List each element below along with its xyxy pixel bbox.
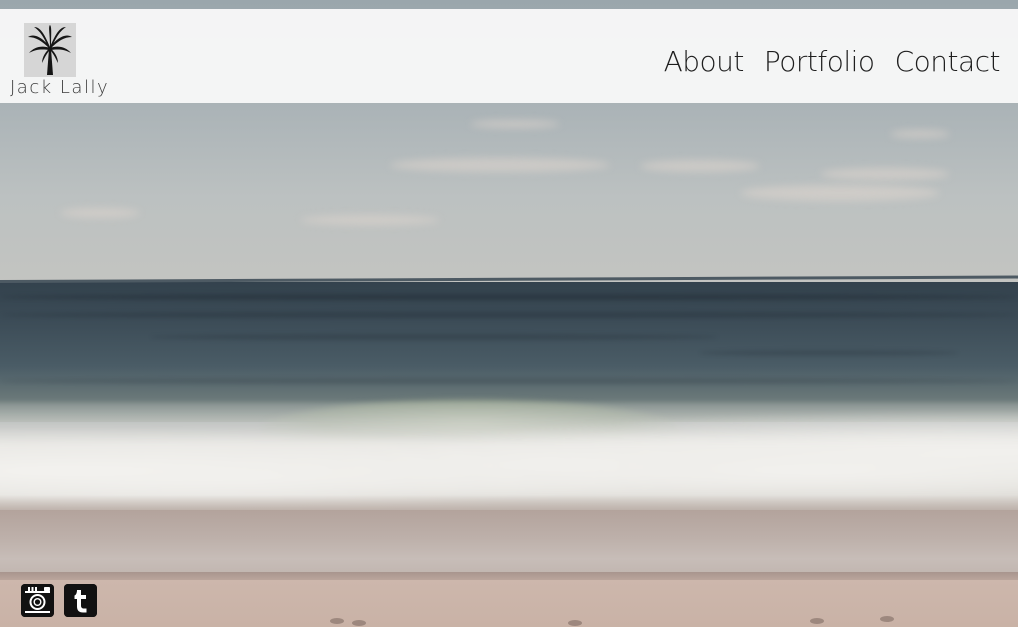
tumblr-link[interactable]: [64, 584, 97, 617]
main-nav: About Portfolio Contact: [664, 45, 1001, 78]
dry-sand: [0, 580, 1018, 627]
nav-link-contact[interactable]: Contact: [895, 45, 1001, 78]
wet-sand: [0, 510, 1018, 580]
logo-text: Jack Lally: [10, 77, 110, 98]
nav-link-about[interactable]: About: [664, 45, 745, 78]
palm-tree-icon: [24, 23, 76, 77]
nav-link-portfolio[interactable]: Portfolio: [764, 45, 875, 78]
instagram-link[interactable]: [21, 584, 54, 617]
site-header: Jack Lally About Portfolio Contact: [0, 9, 1018, 103]
site-logo[interactable]: Jack Lally: [8, 21, 108, 101]
social-links: [21, 584, 97, 617]
